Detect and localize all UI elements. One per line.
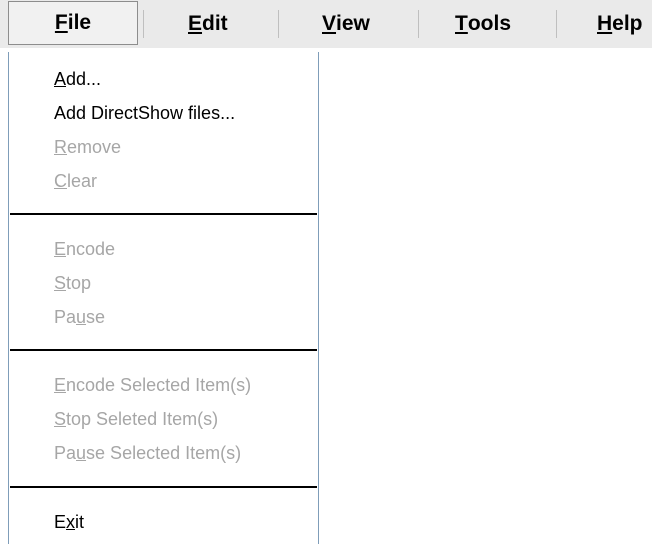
- menu-tools[interactable]: Tools: [455, 0, 511, 48]
- menu-tools-mnemonic: T: [455, 12, 468, 35]
- menu-item-pause-mnemonic: u: [76, 307, 87, 327]
- menu-help[interactable]: Help: [597, 0, 643, 48]
- menu-edit[interactable]: Edit: [188, 0, 228, 48]
- menu-item-encode-mnemonic: E: [54, 239, 67, 259]
- menu-separator: [418, 10, 419, 38]
- menu-item-clear-post: lear: [67, 171, 98, 191]
- menu-item-stop[interactable]: Stop: [54, 272, 91, 294]
- menu-item-encode-selected-post: ncode Selected Item(s): [66, 375, 252, 395]
- menu-view-label-post: iew: [336, 12, 370, 35]
- menu-item-encode-post: ncode: [66, 239, 116, 259]
- menu-item-stop-selected[interactable]: Stop Seleted Item(s): [54, 408, 218, 430]
- menu-item-exit-pre: E: [54, 512, 67, 532]
- menu-item-add-directshow-files[interactable]: Add DirectShow files...: [54, 102, 235, 124]
- menu-item-add-mnemonic: A: [54, 69, 67, 89]
- menu-view[interactable]: View: [322, 0, 370, 48]
- menu-item-pause-post: se: [86, 307, 106, 327]
- menu-item-stop-selected-post: top Seleted Item(s): [66, 409, 219, 429]
- menu-file[interactable]: File: [8, 1, 138, 45]
- menu-edit-label-post: dit: [202, 12, 228, 35]
- menu-item-add-directshow-label: Add DirectShow files...: [54, 103, 236, 123]
- menu-item-add-post: dd...: [66, 69, 102, 89]
- menu-item-exit-post: it: [75, 512, 85, 532]
- menu-item-pause-selected-pre: Pa: [54, 443, 77, 463]
- menu-item-pause-pre: Pa: [54, 307, 77, 327]
- menu-item-remove-post: emove: [67, 137, 122, 157]
- menu-item-clear-mnemonic: C: [54, 171, 67, 191]
- menu-edit-mnemonic: E: [188, 12, 203, 35]
- menu-divider: [10, 486, 317, 488]
- menu-item-clear[interactable]: Clear: [54, 170, 97, 192]
- menu-item-pause-selected-mnemonic: u: [76, 443, 87, 463]
- menu-tools-label-post: ools: [467, 12, 511, 35]
- menu-item-remove[interactable]: Remove: [54, 136, 121, 158]
- menu-divider: [10, 349, 317, 351]
- menu-separator: [278, 10, 279, 38]
- menu-item-encode[interactable]: Encode: [54, 238, 115, 260]
- menu-view-mnemonic: V: [322, 12, 337, 35]
- menu-file-mnemonic: F: [54, 11, 68, 34]
- menu-item-remove-mnemonic: R: [54, 137, 67, 157]
- menu-item-add[interactable]: Add...: [54, 68, 101, 90]
- menu-item-stop-selected-mnemonic: S: [54, 409, 67, 429]
- menu-item-pause-selected-post: se Selected Item(s): [86, 443, 242, 463]
- menu-item-stop-post: top: [66, 273, 92, 293]
- menu-item-stop-mnemonic: S: [54, 273, 67, 293]
- menu-help-label-post: elp: [612, 12, 643, 35]
- menu-item-encode-selected[interactable]: Encode Selected Item(s): [54, 374, 251, 396]
- menu-item-encode-selected-mnemonic: E: [54, 375, 67, 395]
- menu-help-mnemonic: H: [597, 12, 613, 35]
- menu-item-pause[interactable]: Pause: [54, 306, 105, 328]
- menu-file-label-post: ile: [67, 11, 92, 34]
- menu-bar: File Edit View Tools Help: [0, 0, 652, 48]
- menu-item-pause-selected[interactable]: Pause Selected Item(s): [54, 442, 241, 464]
- menu-divider: [10, 213, 317, 215]
- menu-item-exit[interactable]: Exit: [54, 511, 84, 533]
- menu-item-exit-mnemonic: x: [66, 512, 76, 532]
- menu-separator: [143, 10, 144, 38]
- file-menu-dropdown: Add... Add DirectShow files... Remove Cl…: [8, 52, 319, 544]
- menu-separator: [556, 10, 557, 38]
